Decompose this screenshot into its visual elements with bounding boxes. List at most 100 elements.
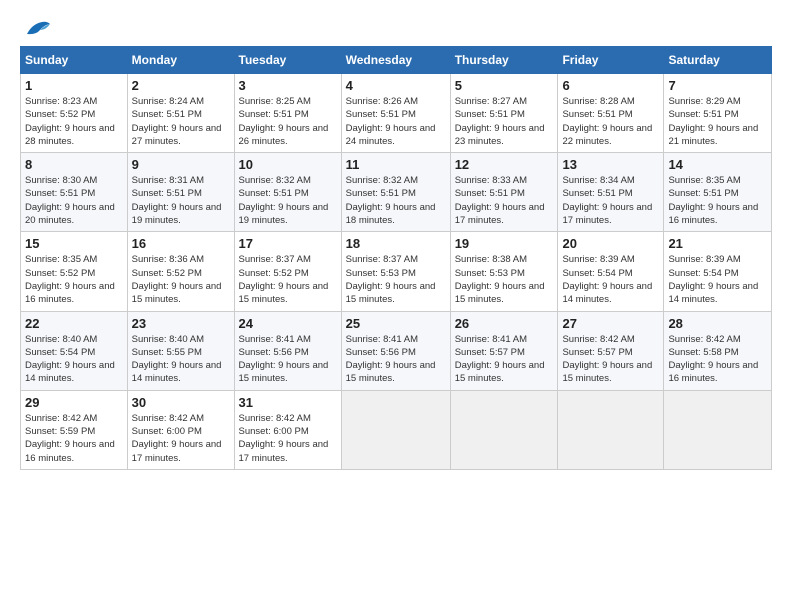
calendar-cell: 21 Sunrise: 8:39 AM Sunset: 5:54 PM Dayl… (664, 232, 772, 311)
calendar-cell: 15 Sunrise: 8:35 AM Sunset: 5:52 PM Dayl… (21, 232, 128, 311)
day-info: Sunrise: 8:41 AM Sunset: 5:56 PM Dayligh… (239, 333, 337, 386)
day-number: 17 (239, 236, 337, 251)
day-info: Sunrise: 8:32 AM Sunset: 5:51 PM Dayligh… (346, 174, 446, 227)
calendar-cell: 2 Sunrise: 8:24 AM Sunset: 5:51 PM Dayli… (127, 74, 234, 153)
calendar-cell: 11 Sunrise: 8:32 AM Sunset: 5:51 PM Dayl… (341, 153, 450, 232)
day-number: 23 (132, 316, 230, 331)
calendar-cell: 22 Sunrise: 8:40 AM Sunset: 5:54 PM Dayl… (21, 311, 128, 390)
calendar-cell: 27 Sunrise: 8:42 AM Sunset: 5:57 PM Dayl… (558, 311, 664, 390)
day-info: Sunrise: 8:26 AM Sunset: 5:51 PM Dayligh… (346, 95, 446, 148)
day-info: Sunrise: 8:32 AM Sunset: 5:51 PM Dayligh… (239, 174, 337, 227)
calendar-cell (450, 390, 558, 469)
weekday-header-row: SundayMondayTuesdayWednesdayThursdayFrid… (21, 47, 772, 74)
day-info: Sunrise: 8:29 AM Sunset: 5:51 PM Dayligh… (668, 95, 767, 148)
day-info: Sunrise: 8:34 AM Sunset: 5:51 PM Dayligh… (562, 174, 659, 227)
day-number: 12 (455, 157, 554, 172)
day-number: 3 (239, 78, 337, 93)
calendar-header: SundayMondayTuesdayWednesdayThursdayFrid… (21, 47, 772, 74)
day-info: Sunrise: 8:39 AM Sunset: 5:54 PM Dayligh… (562, 253, 659, 306)
day-number: 16 (132, 236, 230, 251)
day-info: Sunrise: 8:42 AM Sunset: 6:00 PM Dayligh… (239, 412, 337, 465)
day-number: 25 (346, 316, 446, 331)
day-number: 7 (668, 78, 767, 93)
day-info: Sunrise: 8:25 AM Sunset: 5:51 PM Dayligh… (239, 95, 337, 148)
day-info: Sunrise: 8:39 AM Sunset: 5:54 PM Dayligh… (668, 253, 767, 306)
calendar-cell: 17 Sunrise: 8:37 AM Sunset: 5:52 PM Dayl… (234, 232, 341, 311)
calendar-week-row: 8 Sunrise: 8:30 AM Sunset: 5:51 PM Dayli… (21, 153, 772, 232)
calendar-cell: 18 Sunrise: 8:37 AM Sunset: 5:53 PM Dayl… (341, 232, 450, 311)
day-number: 21 (668, 236, 767, 251)
calendar-cell: 30 Sunrise: 8:42 AM Sunset: 6:00 PM Dayl… (127, 390, 234, 469)
day-number: 11 (346, 157, 446, 172)
day-number: 9 (132, 157, 230, 172)
calendar-week-row: 22 Sunrise: 8:40 AM Sunset: 5:54 PM Dayl… (21, 311, 772, 390)
calendar-cell: 26 Sunrise: 8:41 AM Sunset: 5:57 PM Dayl… (450, 311, 558, 390)
calendar-cell: 13 Sunrise: 8:34 AM Sunset: 5:51 PM Dayl… (558, 153, 664, 232)
day-number: 27 (562, 316, 659, 331)
day-number: 22 (25, 316, 123, 331)
day-info: Sunrise: 8:36 AM Sunset: 5:52 PM Dayligh… (132, 253, 230, 306)
day-number: 31 (239, 395, 337, 410)
calendar-week-row: 15 Sunrise: 8:35 AM Sunset: 5:52 PM Dayl… (21, 232, 772, 311)
calendar-cell: 14 Sunrise: 8:35 AM Sunset: 5:51 PM Dayl… (664, 153, 772, 232)
calendar-cell: 20 Sunrise: 8:39 AM Sunset: 5:54 PM Dayl… (558, 232, 664, 311)
day-info: Sunrise: 8:23 AM Sunset: 5:52 PM Dayligh… (25, 95, 123, 148)
calendar-cell: 24 Sunrise: 8:41 AM Sunset: 5:56 PM Dayl… (234, 311, 341, 390)
day-info: Sunrise: 8:37 AM Sunset: 5:52 PM Dayligh… (239, 253, 337, 306)
calendar-body: 1 Sunrise: 8:23 AM Sunset: 5:52 PM Dayli… (21, 74, 772, 470)
day-number: 13 (562, 157, 659, 172)
weekday-header-sunday: Sunday (21, 47, 128, 74)
day-number: 24 (239, 316, 337, 331)
day-info: Sunrise: 8:40 AM Sunset: 5:55 PM Dayligh… (132, 333, 230, 386)
day-info: Sunrise: 8:38 AM Sunset: 5:53 PM Dayligh… (455, 253, 554, 306)
logo (20, 16, 52, 40)
day-info: Sunrise: 8:35 AM Sunset: 5:51 PM Dayligh… (668, 174, 767, 227)
weekday-header-monday: Monday (127, 47, 234, 74)
calendar-cell: 5 Sunrise: 8:27 AM Sunset: 5:51 PM Dayli… (450, 74, 558, 153)
calendar-cell: 19 Sunrise: 8:38 AM Sunset: 5:53 PM Dayl… (450, 232, 558, 311)
weekday-header-saturday: Saturday (664, 47, 772, 74)
calendar-cell: 1 Sunrise: 8:23 AM Sunset: 5:52 PM Dayli… (21, 74, 128, 153)
weekday-header-wednesday: Wednesday (341, 47, 450, 74)
day-info: Sunrise: 8:28 AM Sunset: 5:51 PM Dayligh… (562, 95, 659, 148)
day-info: Sunrise: 8:42 AM Sunset: 6:00 PM Dayligh… (132, 412, 230, 465)
calendar-cell (558, 390, 664, 469)
day-number: 5 (455, 78, 554, 93)
day-number: 30 (132, 395, 230, 410)
logo-bird-icon (22, 16, 52, 40)
day-number: 18 (346, 236, 446, 251)
calendar-week-row: 1 Sunrise: 8:23 AM Sunset: 5:52 PM Dayli… (21, 74, 772, 153)
calendar-week-row: 29 Sunrise: 8:42 AM Sunset: 5:59 PM Dayl… (21, 390, 772, 469)
day-info: Sunrise: 8:41 AM Sunset: 5:57 PM Dayligh… (455, 333, 554, 386)
day-info: Sunrise: 8:31 AM Sunset: 5:51 PM Dayligh… (132, 174, 230, 227)
calendar-cell: 8 Sunrise: 8:30 AM Sunset: 5:51 PM Dayli… (21, 153, 128, 232)
calendar-cell (341, 390, 450, 469)
calendar-cell: 10 Sunrise: 8:32 AM Sunset: 5:51 PM Dayl… (234, 153, 341, 232)
weekday-header-thursday: Thursday (450, 47, 558, 74)
day-info: Sunrise: 8:41 AM Sunset: 5:56 PM Dayligh… (346, 333, 446, 386)
day-number: 20 (562, 236, 659, 251)
day-number: 6 (562, 78, 659, 93)
day-info: Sunrise: 8:24 AM Sunset: 5:51 PM Dayligh… (132, 95, 230, 148)
day-info: Sunrise: 8:37 AM Sunset: 5:53 PM Dayligh… (346, 253, 446, 306)
day-number: 4 (346, 78, 446, 93)
day-number: 10 (239, 157, 337, 172)
day-number: 8 (25, 157, 123, 172)
weekday-header-friday: Friday (558, 47, 664, 74)
calendar-cell: 9 Sunrise: 8:31 AM Sunset: 5:51 PM Dayli… (127, 153, 234, 232)
day-info: Sunrise: 8:42 AM Sunset: 5:59 PM Dayligh… (25, 412, 123, 465)
day-info: Sunrise: 8:35 AM Sunset: 5:52 PM Dayligh… (25, 253, 123, 306)
day-info: Sunrise: 8:30 AM Sunset: 5:51 PM Dayligh… (25, 174, 123, 227)
calendar-table: SundayMondayTuesdayWednesdayThursdayFrid… (20, 46, 772, 470)
day-info: Sunrise: 8:33 AM Sunset: 5:51 PM Dayligh… (455, 174, 554, 227)
calendar-cell: 23 Sunrise: 8:40 AM Sunset: 5:55 PM Dayl… (127, 311, 234, 390)
calendar-cell: 12 Sunrise: 8:33 AM Sunset: 5:51 PM Dayl… (450, 153, 558, 232)
day-number: 28 (668, 316, 767, 331)
calendar-cell: 6 Sunrise: 8:28 AM Sunset: 5:51 PM Dayli… (558, 74, 664, 153)
day-info: Sunrise: 8:27 AM Sunset: 5:51 PM Dayligh… (455, 95, 554, 148)
day-number: 1 (25, 78, 123, 93)
calendar-cell: 16 Sunrise: 8:36 AM Sunset: 5:52 PM Dayl… (127, 232, 234, 311)
day-info: Sunrise: 8:42 AM Sunset: 5:57 PM Dayligh… (562, 333, 659, 386)
page-container: SundayMondayTuesdayWednesdayThursdayFrid… (0, 0, 792, 480)
calendar-cell: 28 Sunrise: 8:42 AM Sunset: 5:58 PM Dayl… (664, 311, 772, 390)
